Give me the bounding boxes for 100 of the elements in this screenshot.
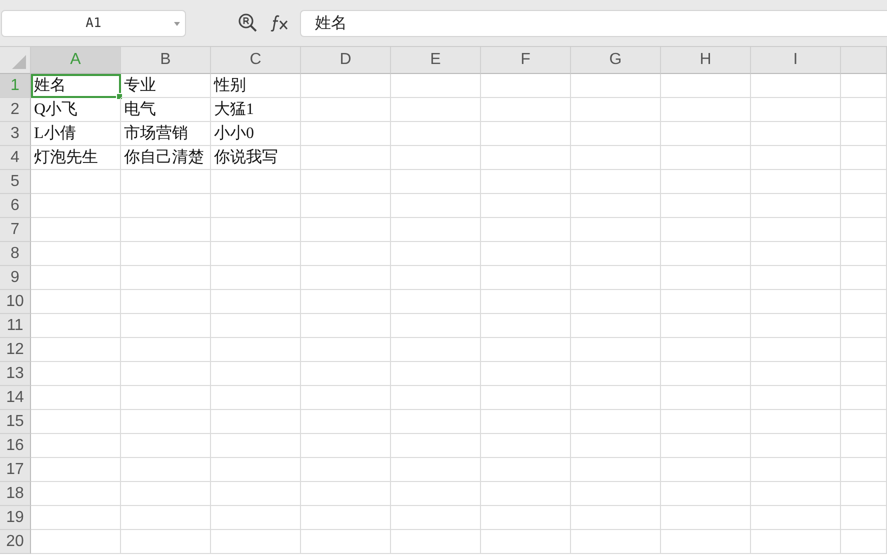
empty-cell[interactable] xyxy=(481,266,571,290)
empty-cell[interactable] xyxy=(211,242,301,266)
empty-cell[interactable] xyxy=(301,314,391,338)
empty-cell[interactable] xyxy=(301,434,391,458)
empty-cell[interactable] xyxy=(751,506,841,530)
empty-cell[interactable] xyxy=(841,290,887,314)
table-cell[interactable]: 电气 xyxy=(121,98,211,122)
empty-cell[interactable] xyxy=(751,338,841,362)
empty-cell[interactable] xyxy=(121,506,211,530)
empty-cell[interactable] xyxy=(481,362,571,386)
empty-cell[interactable] xyxy=(661,362,751,386)
empty-cell[interactable] xyxy=(661,74,751,98)
empty-cell[interactable] xyxy=(121,410,211,434)
empty-cell[interactable] xyxy=(121,386,211,410)
empty-cell[interactable] xyxy=(571,458,661,482)
empty-cell[interactable] xyxy=(391,458,481,482)
empty-cell[interactable] xyxy=(301,266,391,290)
empty-cell[interactable] xyxy=(841,362,887,386)
table-cell[interactable]: 姓名 xyxy=(31,74,121,98)
table-cell[interactable]: 小小0 xyxy=(211,122,301,146)
row-header[interactable]: 19 xyxy=(0,506,31,530)
empty-cell[interactable] xyxy=(211,530,301,554)
empty-cell[interactable] xyxy=(841,146,887,170)
row-header[interactable]: 11 xyxy=(0,314,31,338)
empty-cell[interactable] xyxy=(661,290,751,314)
empty-cell[interactable] xyxy=(661,98,751,122)
empty-cell[interactable] xyxy=(211,458,301,482)
empty-cell[interactable] xyxy=(571,290,661,314)
empty-cell[interactable] xyxy=(301,482,391,506)
empty-cell[interactable] xyxy=(121,362,211,386)
empty-cell[interactable] xyxy=(661,458,751,482)
empty-cell[interactable] xyxy=(751,386,841,410)
column-header[interactable]: D xyxy=(301,47,391,74)
empty-cell[interactable] xyxy=(481,530,571,554)
row-header[interactable]: 3 xyxy=(0,122,31,146)
empty-cell[interactable] xyxy=(661,386,751,410)
empty-cell[interactable] xyxy=(211,434,301,458)
empty-cell[interactable] xyxy=(301,362,391,386)
empty-cell[interactable] xyxy=(661,506,751,530)
empty-cell[interactable] xyxy=(751,122,841,146)
empty-cell[interactable] xyxy=(481,194,571,218)
table-cell[interactable]: L小倩 xyxy=(31,122,121,146)
empty-cell[interactable] xyxy=(301,386,391,410)
empty-cell[interactable] xyxy=(571,314,661,338)
empty-cell[interactable] xyxy=(121,242,211,266)
row-header[interactable]: 12 xyxy=(0,338,31,362)
empty-cell[interactable] xyxy=(571,266,661,290)
empty-cell[interactable] xyxy=(841,194,887,218)
empty-cell[interactable] xyxy=(571,146,661,170)
name-box[interactable]: A1 xyxy=(1,10,186,36)
empty-cell[interactable] xyxy=(751,266,841,290)
select-all-icon[interactable] xyxy=(12,55,26,69)
row-header[interactable]: 15 xyxy=(0,410,31,434)
empty-cell[interactable] xyxy=(391,122,481,146)
empty-cell[interactable] xyxy=(121,194,211,218)
empty-cell[interactable] xyxy=(391,530,481,554)
empty-cell[interactable] xyxy=(571,242,661,266)
empty-cell[interactable] xyxy=(751,458,841,482)
table-cell[interactable]: 你自己清楚 xyxy=(121,146,211,170)
empty-cell[interactable] xyxy=(481,98,571,122)
row-header[interactable]: 10 xyxy=(0,290,31,314)
empty-cell[interactable] xyxy=(391,506,481,530)
empty-cell[interactable] xyxy=(121,290,211,314)
empty-cell[interactable] xyxy=(841,74,887,98)
row-header[interactable]: 8 xyxy=(0,242,31,266)
empty-cell[interactable] xyxy=(121,314,211,338)
empty-cell[interactable] xyxy=(841,338,887,362)
row-header[interactable]: 18 xyxy=(0,482,31,506)
empty-cell[interactable] xyxy=(391,386,481,410)
empty-cell[interactable] xyxy=(751,242,841,266)
empty-cell[interactable] xyxy=(481,434,571,458)
empty-cell[interactable] xyxy=(751,98,841,122)
table-cell[interactable]: 灯泡先生 xyxy=(31,146,121,170)
row-header[interactable]: 2 xyxy=(0,98,31,122)
empty-cell[interactable] xyxy=(841,314,887,338)
empty-cell[interactable] xyxy=(571,386,661,410)
empty-cell[interactable] xyxy=(661,314,751,338)
empty-cell[interactable] xyxy=(391,314,481,338)
empty-cell[interactable] xyxy=(481,170,571,194)
empty-cell[interactable] xyxy=(301,338,391,362)
empty-cell[interactable] xyxy=(211,290,301,314)
empty-cell[interactable] xyxy=(301,290,391,314)
empty-cell[interactable] xyxy=(751,146,841,170)
empty-cell[interactable] xyxy=(121,530,211,554)
empty-cell[interactable] xyxy=(301,146,391,170)
row-header[interactable]: 5 xyxy=(0,170,31,194)
empty-cell[interactable] xyxy=(571,506,661,530)
empty-cell[interactable] xyxy=(571,434,661,458)
empty-cell[interactable] xyxy=(391,146,481,170)
table-cell[interactable]: 市场营销 xyxy=(121,122,211,146)
empty-cell[interactable] xyxy=(391,290,481,314)
empty-cell[interactable] xyxy=(391,266,481,290)
formula-field[interactable]: 姓名 xyxy=(300,10,887,36)
empty-cell[interactable] xyxy=(661,434,751,458)
row-header[interactable]: 16 xyxy=(0,434,31,458)
empty-cell[interactable] xyxy=(301,458,391,482)
empty-cell[interactable] xyxy=(391,410,481,434)
empty-cell[interactable] xyxy=(841,218,887,242)
empty-cell[interactable] xyxy=(661,170,751,194)
empty-cell[interactable] xyxy=(481,74,571,98)
